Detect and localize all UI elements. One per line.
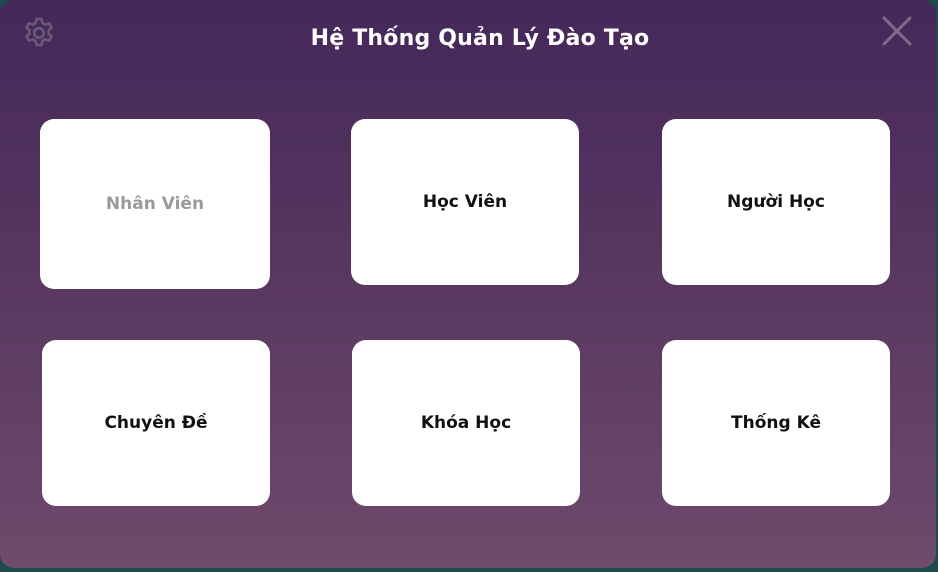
hoc-vien-label: Học Viên	[422, 192, 508, 212]
close-icon[interactable]	[880, 14, 914, 48]
main-window: Hệ Thống Quản Lý Đào Tạo Nhân Viên Học V…	[0, 0, 936, 568]
nhan-vien-button[interactable]: Nhân Viên	[40, 119, 270, 289]
nguoi-hoc-label: Người Học	[727, 192, 825, 212]
chuyen-de-button[interactable]: Chuyên Đề	[42, 340, 270, 506]
nhan-vien-label: Nhân Viên	[105, 194, 205, 214]
khoa-hoc-button[interactable]: Khóa Học	[352, 340, 580, 506]
nguoi-hoc-button[interactable]: Người Học	[662, 119, 890, 285]
thong-ke-label: Thống Kê	[731, 413, 821, 433]
page-title: Hệ Thống Quản Lý Đào Tạo	[310, 26, 650, 51]
chuyen-de-label: Chuyên Đề	[104, 413, 208, 433]
khoa-hoc-label: Khóa Học	[420, 413, 512, 433]
thong-ke-button[interactable]: Thống Kê	[662, 340, 890, 506]
hoc-vien-button[interactable]: Học Viên	[351, 119, 579, 285]
